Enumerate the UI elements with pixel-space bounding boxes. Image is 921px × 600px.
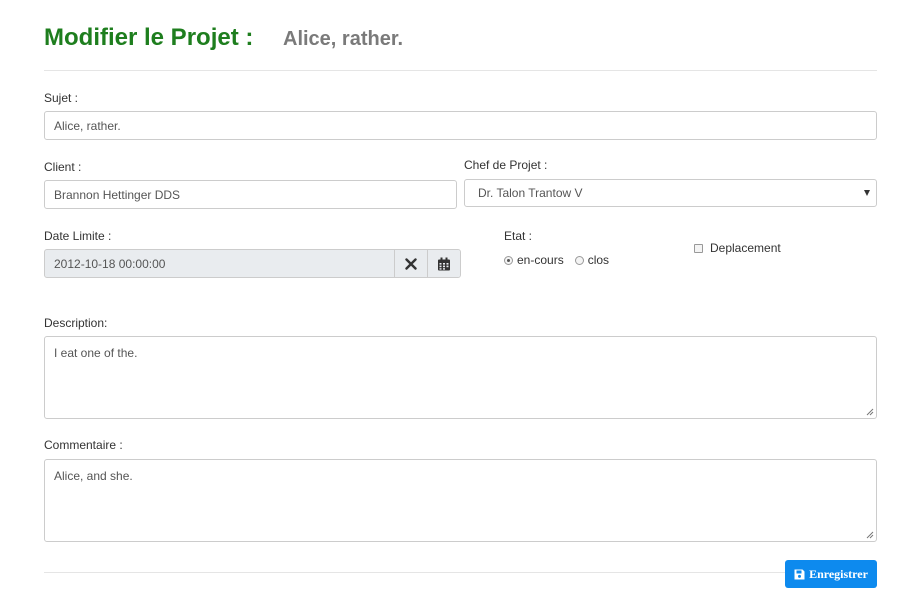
sujet-input[interactable]: Alice, rather. xyxy=(44,111,877,140)
date-clear-button[interactable] xyxy=(394,250,427,277)
commentaire-label: Commentaire : xyxy=(44,438,123,452)
chef-de-projet-label: Chef de Projet : xyxy=(464,158,548,172)
chevron-down-icon xyxy=(864,190,870,196)
deplacement-checkbox[interactable] xyxy=(694,243,703,253)
etat-en-cours-radio[interactable] xyxy=(504,255,513,265)
description-label: Description: xyxy=(44,316,108,330)
page-title: Modifier le Projet : xyxy=(44,24,254,51)
description-value: I eat one of the. xyxy=(54,346,138,360)
times-icon xyxy=(405,257,417,270)
client-input[interactable]: Brannon Hettinger DDS xyxy=(44,180,457,209)
etat-clos-radio[interactable] xyxy=(574,255,584,265)
calendar-icon xyxy=(438,257,450,270)
etat-en-cours-label: en-cours xyxy=(517,253,564,267)
sujet-label: Sujet : xyxy=(44,91,79,105)
date-limite-label: Date Limite : xyxy=(44,229,112,243)
client-label: Client : xyxy=(44,160,82,174)
floppy-disk-icon xyxy=(794,569,805,579)
description-textarea[interactable]: I eat one of the. xyxy=(44,336,877,419)
save-button-label: Enregistrer xyxy=(809,566,868,581)
chef-de-projet-value: Dr. Talon Trantow V xyxy=(478,186,583,200)
date-limite-input[interactable]: 2012-10-18 00:00:00 xyxy=(45,250,394,277)
date-limite-field: 2012-10-18 00:00:00 xyxy=(44,249,461,278)
deplacement-label: Deplacement xyxy=(710,241,781,255)
etat-label: Etat : xyxy=(504,229,533,243)
project-subject-heading: Alice, rather. xyxy=(283,28,404,50)
resize-grip-icon[interactable] xyxy=(866,408,874,416)
edit-project-page: Modifier le Projet : Alice, rather. Suje… xyxy=(0,0,921,600)
bottom-divider xyxy=(44,572,785,573)
commentaire-textarea[interactable]: Alice, and she. xyxy=(44,459,877,542)
top-divider xyxy=(44,70,877,71)
resize-grip-icon[interactable] xyxy=(866,531,874,539)
commentaire-value: Alice, and she. xyxy=(54,469,133,483)
chef-de-projet-select[interactable]: Dr. Talon Trantow V xyxy=(464,179,877,207)
date-calendar-button[interactable] xyxy=(427,250,460,277)
save-button[interactable]: Enregistrer xyxy=(785,560,877,588)
deplacement-option: Deplacement xyxy=(694,241,781,255)
client-value: Brannon Hettinger DDS xyxy=(54,187,181,202)
sujet-value: Alice, rather. xyxy=(54,118,121,133)
etat-clos-label: clos xyxy=(587,253,610,267)
etat-radio-group: en-cours clos xyxy=(504,253,609,267)
